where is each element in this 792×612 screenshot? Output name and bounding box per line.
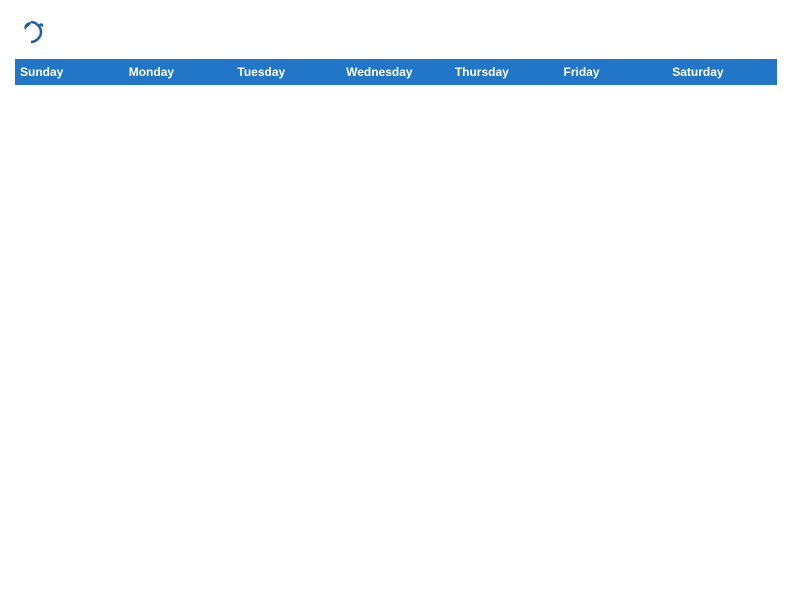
calendar-table: SundayMondayTuesdayWednesdayThursdayFrid… — [15, 59, 777, 85]
header — [15, 10, 777, 51]
weekday-header-monday: Monday — [124, 60, 233, 85]
weekday-header-tuesday: Tuesday — [233, 60, 342, 85]
weekday-header-saturday: Saturday — [668, 60, 777, 85]
weekday-header-row: SundayMondayTuesdayWednesdayThursdayFrid… — [16, 60, 777, 85]
weekday-header-friday: Friday — [559, 60, 668, 85]
weekday-header-sunday: Sunday — [16, 60, 125, 85]
logo — [15, 18, 45, 51]
logo-bird-icon — [17, 18, 45, 46]
weekday-header-thursday: Thursday — [450, 60, 559, 85]
weekday-header-wednesday: Wednesday — [342, 60, 451, 85]
